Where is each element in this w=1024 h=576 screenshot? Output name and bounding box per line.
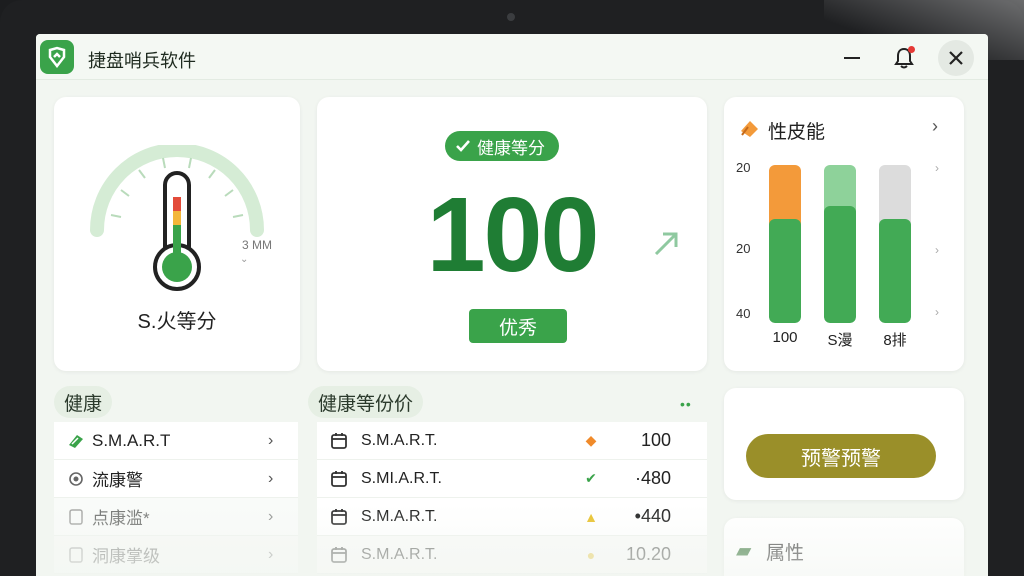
perf-bar-cap bbox=[769, 165, 801, 225]
minimize-icon bbox=[844, 57, 860, 59]
row-label: S.MI.A.R.T. bbox=[361, 469, 442, 487]
temperature-side-label: 3 MM bbox=[242, 238, 272, 252]
performance-card[interactable]: 性皮能 › 20 20 40 › › › 100 S漫 8排 bbox=[724, 97, 964, 371]
right-section-title: 健康等份价 bbox=[308, 386, 424, 418]
health-list: S.M.A.R.T › 流康警 › 点康滥* › 洞康掌级 › bbox=[54, 422, 298, 574]
table-row[interactable]: S.MI.A.R.T. ✔ ·480 bbox=[317, 460, 707, 498]
calendar-icon bbox=[317, 546, 361, 564]
check-icon bbox=[456, 140, 470, 152]
chevron-right-icon: › bbox=[268, 469, 274, 487]
table-row[interactable]: S.M.A.R.T. ▲ •440 bbox=[317, 498, 707, 536]
trend-up-arrow-icon bbox=[654, 232, 678, 256]
perf-bar-label: S漫 bbox=[827, 332, 853, 349]
calendar-icon bbox=[317, 470, 361, 488]
perf-tick-label: 20 bbox=[736, 241, 751, 256]
app-logo-icon bbox=[40, 40, 74, 74]
list-item[interactable]: 洞康掌级 › bbox=[54, 536, 298, 574]
row-value: •440 bbox=[634, 506, 671, 526]
green-check-icon: ✔ bbox=[585, 470, 597, 486]
perf-bar-cap bbox=[879, 165, 911, 225]
perf-bar bbox=[769, 165, 801, 323]
chat-bubble-icon: ▰ bbox=[736, 540, 752, 562]
chevron-right-icon: › bbox=[268, 545, 274, 563]
chevron-right-icon: › bbox=[935, 243, 939, 257]
title-bar: 捷盘哨兵软件 bbox=[36, 34, 988, 80]
minimize-button[interactable] bbox=[836, 42, 868, 74]
perf-bar-label: 8排 bbox=[883, 332, 907, 349]
chevron-right-icon: › bbox=[268, 507, 274, 525]
thermometer-gauge-icon bbox=[90, 145, 264, 291]
perf-tick-label: 40 bbox=[736, 306, 751, 321]
performance-icon bbox=[741, 121, 758, 137]
webcam bbox=[507, 13, 515, 21]
perf-tick-label: 20 bbox=[736, 160, 751, 175]
perf-bar-cap bbox=[824, 165, 856, 212]
perf-bar-fill bbox=[769, 219, 801, 323]
perf-bar-label: 100 bbox=[772, 329, 798, 346]
performance-title: 性皮能 bbox=[768, 122, 826, 143]
chevron-right-icon[interactable]: › bbox=[932, 116, 938, 137]
tag-icon bbox=[60, 433, 92, 449]
chevron-right-icon: › bbox=[935, 305, 939, 319]
table-row[interactable]: S.M.A.R.T. ◆ 100 bbox=[317, 422, 707, 460]
list-item-label: S.M.A.R.T bbox=[92, 430, 171, 450]
orange-diamond-icon: ◆ bbox=[585, 432, 597, 448]
perf-bar-fill bbox=[879, 219, 911, 323]
yellow-arrow-icon: ▲ bbox=[584, 508, 598, 525]
temperature-label: S.火等分 bbox=[137, 311, 217, 333]
app-window: 捷盘哨兵软件 3 MM ⌄ S.火等分 健康等分 100 优秀 性皮能 › 20… bbox=[36, 34, 988, 576]
calendar-icon bbox=[317, 432, 361, 450]
close-button[interactable] bbox=[938, 40, 974, 76]
warning-button[interactable]: 预警预警 bbox=[746, 434, 936, 478]
row-value: 100 bbox=[640, 430, 671, 450]
perf-bar bbox=[879, 165, 911, 323]
list-item[interactable]: S.M.A.R.T › bbox=[54, 422, 298, 460]
perf-bar-fill bbox=[824, 206, 856, 323]
health-score-card[interactable]: 健康等分 100 优秀 bbox=[317, 97, 707, 371]
notification-button[interactable] bbox=[888, 42, 920, 74]
app-title: 捷盘哨兵软件 bbox=[88, 51, 196, 71]
perf-bar bbox=[824, 165, 856, 323]
more-dots-icon[interactable]: •• bbox=[680, 396, 692, 412]
attribute-card[interactable]: ▰ 属性 bbox=[724, 518, 964, 576]
doc-icon bbox=[60, 508, 92, 525]
attribute-label: 属性 bbox=[766, 543, 805, 564]
row-label: S.M.A.R.T. bbox=[361, 507, 438, 525]
row-value: ·480 bbox=[634, 468, 671, 488]
doc-icon bbox=[60, 546, 92, 563]
health-score: 100 bbox=[426, 176, 600, 294]
health-badge-label: 健康等分 bbox=[477, 138, 545, 158]
grade-badge: 优秀 bbox=[469, 309, 567, 343]
yellow-dot-icon: ● bbox=[586, 546, 596, 563]
row-value: 10.20 bbox=[625, 544, 671, 564]
list-item-label: 洞康掌级 bbox=[92, 547, 160, 566]
chevron-down-icon: ⌄ bbox=[240, 254, 249, 265]
calendar-icon bbox=[317, 508, 361, 526]
notification-dot bbox=[908, 46, 915, 53]
radio-icon bbox=[60, 471, 92, 487]
list-item-label: 点康滥* bbox=[92, 509, 150, 528]
list-item[interactable]: 点康滥* › bbox=[54, 498, 298, 536]
chevron-right-icon: › bbox=[268, 431, 274, 449]
list-item[interactable]: 流康警 › bbox=[54, 460, 298, 498]
health-badge: 健康等分 bbox=[445, 131, 559, 161]
row-label: S.M.A.R.T. bbox=[361, 431, 438, 449]
warning-card: 预警预警 bbox=[724, 388, 964, 500]
chevron-right-icon: › bbox=[935, 161, 939, 175]
close-icon bbox=[949, 51, 963, 65]
temperature-card[interactable]: 3 MM ⌄ S.火等分 bbox=[54, 97, 300, 371]
left-section-title: 健康 bbox=[54, 386, 113, 418]
row-label: S.M.A.R.T. bbox=[361, 545, 438, 563]
health-score-list: S.M.A.R.T. ◆ 100 S.MI.A.R.T. ✔ ·480 S.M.… bbox=[317, 422, 707, 574]
table-row[interactable]: S.M.A.R.T. ● 10.20 bbox=[317, 536, 707, 574]
list-item-label: 流康警 bbox=[92, 471, 143, 490]
